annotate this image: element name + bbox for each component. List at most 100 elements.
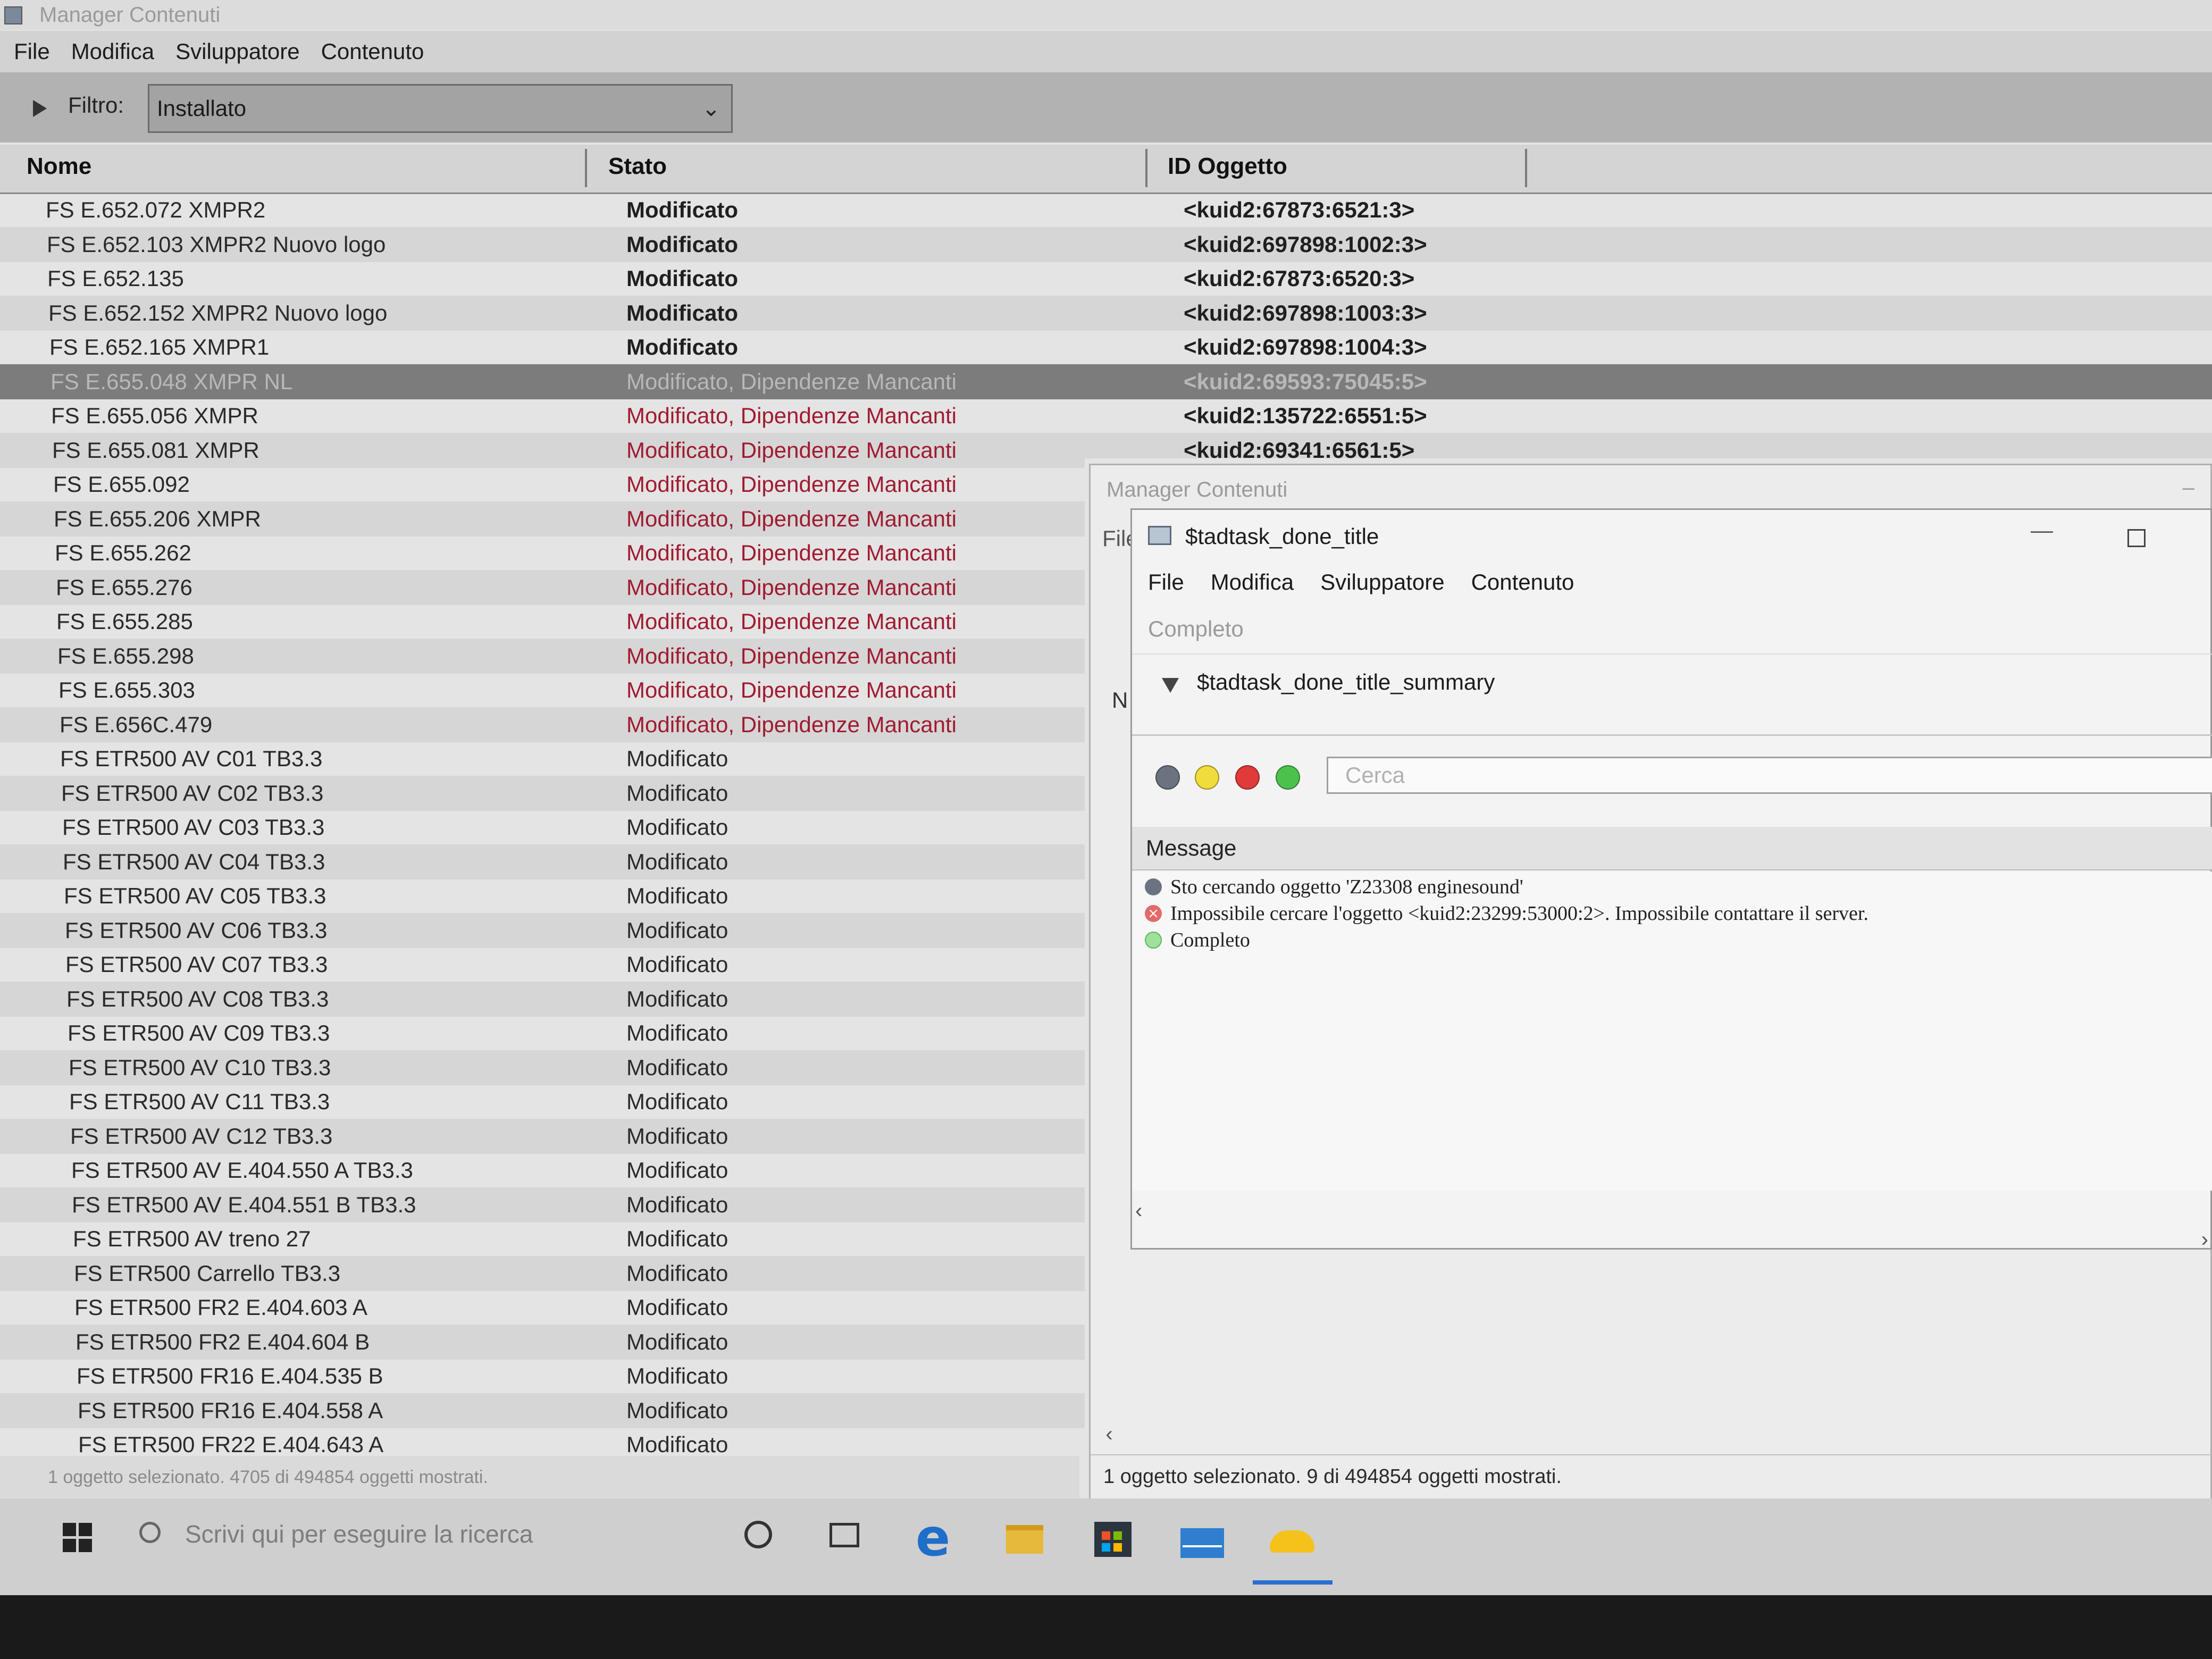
column-header-id[interactable]: ID Oggetto (1168, 153, 1287, 180)
mail-icon[interactable] (1180, 1528, 1224, 1558)
table-row[interactable]: FS ETR500 AV C08 TB3.3 Modificato (0, 982, 1085, 1017)
cell-state: Modificato (626, 300, 738, 325)
filter-red-dot-icon[interactable] (1235, 765, 1260, 790)
cell-state: Modificato (626, 1124, 728, 1149)
dialog-menu-contenuto[interactable]: Contenuto (1471, 569, 1574, 595)
column-divider[interactable] (585, 149, 587, 187)
table-row[interactable]: FS E.655.298 Modificato, Dipendenze Manca… (0, 639, 1085, 674)
screen: Manager Contenuti File Modifica Sviluppa… (0, 0, 2212, 1595)
cortana-icon[interactable] (744, 1521, 772, 1548)
cell-state: Modificato (626, 986, 728, 1011)
column-header-name[interactable]: Nome (27, 153, 91, 180)
table-row-id-part[interactable]: <kuid2:135722:6551:5> (1085, 398, 2212, 433)
dialog-menu-file[interactable]: File (1148, 569, 1184, 595)
table-row-id-part[interactable]: <kuid2:67873:6521:3> (1085, 192, 2212, 228)
table-row[interactable]: FS E.655.056 XMPR Modificato, Dipendenze … (0, 398, 1085, 433)
table-row[interactable]: FS ETR500 Carrello TB3.3 Modificato (0, 1256, 1085, 1291)
table-row[interactable]: FS ETR500 AV C05 TB3.3 Modificato (0, 878, 1085, 914)
cell-state: Modificato, Dipendenze Mancanti (626, 472, 957, 497)
expand-triangle-icon[interactable] (33, 100, 47, 117)
table-row[interactable]: FS ETR500 FR2 E.404.603 A Modificato (0, 1290, 1085, 1325)
table-row[interactable]: FS ETR500 AV treno 27 Modificato (0, 1221, 1085, 1256)
table-row[interactable]: FS E.655.092 Modificato, Dipendenze Manca… (0, 467, 1085, 502)
table-row[interactable]: FS E.652.103 XMPR2 Nuovo logo Modificato (0, 227, 1085, 262)
table-row[interactable]: FS E.655.285 Modificato, Dipendenze Manca… (0, 604, 1085, 639)
maximize-button[interactable] (2127, 529, 2146, 547)
table-row[interactable]: FS ETR500 AV C03 TB3.3 Modificato (0, 810, 1085, 845)
log-row[interactable]: Sto cercando oggetto 'Z23308 enginesound… (1145, 874, 1523, 900)
table-row[interactable]: FS E.652.135 Modificato (0, 261, 1085, 296)
table-row-id-part[interactable]: <kuid2:67873:6520:3> (1085, 261, 2212, 296)
content-manager-icon[interactable] (1270, 1530, 1314, 1553)
table-row[interactable]: FS ETR500 AV C10 TB3.3 Modificato (0, 1050, 1085, 1085)
filter-select[interactable]: Installato ⌄ (148, 84, 733, 133)
taskbar-search-input[interactable]: Scrivi qui per eseguire la ricerca (185, 1520, 533, 1548)
store-icon[interactable] (1094, 1522, 1132, 1557)
scroll-left-icon[interactable]: ‹ (1135, 1199, 1167, 1231)
log-text: Impossibile cercare l'oggetto <kuid2:232… (1170, 902, 1869, 925)
filter-gray-dot-icon[interactable] (1155, 765, 1180, 790)
dialog-menu-sviluppatore[interactable]: Sviluppatore (1320, 569, 1444, 595)
table-row[interactable]: FS E.652.165 XMPR1 Modificato (0, 330, 1085, 365)
table-row[interactable]: FS ETR500 AV E.404.551 B TB3.3 Modificato (0, 1187, 1085, 1222)
log-row[interactable]: × Impossibile cercare l'oggetto <kuid2:23… (1145, 900, 1869, 927)
table-row[interactable]: FS E.652.072 XMPR2 Modificato (0, 192, 1085, 228)
cell-name: FS E.655.056 XMPR (51, 403, 258, 428)
table-row[interactable]: FS E.652.152 XMPR2 Nuovo logo Modificato (0, 296, 1085, 331)
column-divider[interactable] (1145, 149, 1147, 187)
message-column-label[interactable]: Message (1146, 835, 1236, 861)
search-icon[interactable] (139, 1522, 161, 1543)
table-row[interactable]: FS ETR500 FR16 E.404.535 B Modificato (0, 1359, 1085, 1394)
scroll-right-icon[interactable]: › (2201, 1228, 2208, 1252)
edge-icon[interactable]: e (916, 1511, 950, 1564)
table-row-id-part[interactable]: <kuid2:69593:75045:5> (1085, 364, 2212, 399)
cell-state: Modificato (626, 815, 728, 840)
dialog-menu-modifica[interactable]: Modifica (1211, 569, 1294, 595)
windows-start-icon[interactable] (63, 1523, 93, 1553)
minimize-icon[interactable]: – (2183, 476, 2194, 500)
menu-sviluppatore[interactable]: Sviluppatore (175, 39, 299, 64)
table-row[interactable]: FS E.655.303 Modificato, Dipendenze Manca… (0, 673, 1085, 708)
table-row[interactable]: FS E.655.262 Modificato, Dipendenze Manca… (0, 535, 1085, 571)
table-row[interactable]: FS ETR500 AV C04 TB3.3 Modificato (0, 844, 1085, 879)
column-header-state[interactable]: Stato (608, 153, 667, 180)
table-row[interactable]: FS ETR500 AV C09 TB3.3 Modificato (0, 1016, 1085, 1051)
cell-state: Modificato (626, 334, 738, 359)
collapse-triangle-icon[interactable] (1162, 678, 1179, 693)
table-row[interactable]: FS ETR500 AV C12 TB3.3 Modificato (0, 1119, 1085, 1154)
filter-green-dot-icon[interactable] (1276, 765, 1300, 790)
table-row[interactable]: FS E.655.081 XMPR Modificato, Dipendenze … (0, 433, 1085, 468)
table-row-selected[interactable]: FS E.655.048 XMPR NL Modificato, Dipenden… (0, 364, 1085, 399)
table-row-id-part[interactable]: <kuid2:697898:1002:3> (1085, 227, 2212, 262)
table-row[interactable]: FS ETR500 FR16 E.404.558 A Modificato (0, 1393, 1085, 1428)
menu-modifica[interactable]: Modifica (71, 39, 154, 64)
menu-file[interactable]: File (14, 39, 50, 64)
table-row[interactable]: FS E.655.276 Modificato, Dipendenze Manca… (0, 570, 1085, 605)
table-row[interactable]: FS ETR500 FR2 E.404.604 B Modificato (0, 1325, 1085, 1360)
log-search-input[interactable]: Cerca (1327, 757, 2212, 794)
scroll-left-icon[interactable]: ‹ (1091, 1422, 1128, 1454)
active-app-indicator (1253, 1580, 1333, 1585)
table-row[interactable]: FS ETR500 AV E.404.550 A TB3.3 Modificato (0, 1153, 1085, 1188)
table-row-id-part[interactable]: <kuid2:697898:1003:3> (1085, 296, 2212, 331)
table-row[interactable]: FS ETR500 AV C07 TB3.3 Modificato (0, 947, 1085, 982)
filter-yellow-dot-icon[interactable] (1195, 765, 1219, 790)
task-view-icon[interactable] (830, 1523, 859, 1547)
chevron-down-icon[interactable]: ⌄ (702, 86, 720, 131)
table-row[interactable]: FS E.655.206 XMPR Modificato, Dipendenze … (0, 501, 1085, 537)
column-divider[interactable] (1525, 149, 1527, 187)
log-row[interactable]: Completo (1145, 927, 1250, 953)
table-row[interactable]: FS ETR500 AV C01 TB3.3 Modificato (0, 741, 1085, 776)
table-row[interactable]: FS ETR500 AV C11 TB3.3 Modificato (0, 1084, 1085, 1119)
main-menubar: File Modifica Sviluppatore Contenuto (0, 31, 2212, 72)
table-row[interactable]: FS ETR500 FR22 E.404.643 A Modificato (0, 1427, 1085, 1453)
table-row-id-part[interactable]: <kuid2:697898:1004:3> (1085, 330, 2212, 365)
minimize-button[interactable]: — (2031, 517, 2053, 543)
menu-contenuto[interactable]: Contenuto (321, 39, 424, 64)
table-row-id-part[interactable]: <kuid2:69341:6561:5> (1085, 433, 2212, 458)
table-row[interactable]: FS ETR500 AV C02 TB3.3 Modificato (0, 776, 1085, 811)
cell-state: Modificato (626, 781, 728, 806)
table-row[interactable]: FS ETR500 AV C06 TB3.3 Modificato (0, 913, 1085, 948)
file-explorer-icon[interactable] (1006, 1525, 1043, 1554)
table-row[interactable]: FS E.656C.479 Modificato, Dipendenze Manc… (0, 707, 1085, 742)
